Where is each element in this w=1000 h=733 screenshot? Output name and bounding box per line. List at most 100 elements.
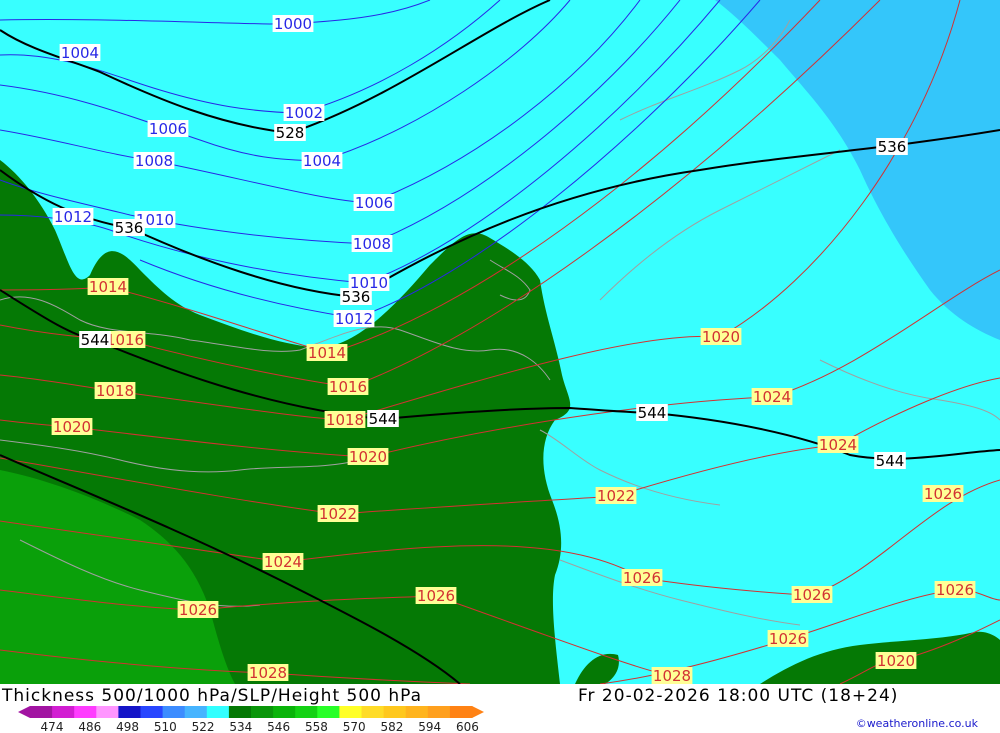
legend-swatch	[118, 706, 141, 718]
isobar-label: 1022	[595, 487, 637, 505]
isobar-label: 1026	[791, 586, 833, 604]
height-label: 528	[274, 124, 306, 142]
height-label: 544	[367, 410, 399, 428]
height-label-text: 536	[115, 219, 144, 237]
isobar-label: 1026	[934, 581, 976, 599]
isobar-label-text: 1024	[753, 388, 791, 406]
isobar-label-text: 1020	[702, 328, 740, 346]
isobar-label-text: 1024	[819, 436, 857, 454]
isobar-label: 1000	[272, 15, 314, 33]
isobar-label-text: 1026	[936, 581, 974, 599]
height-label-text: 544	[876, 452, 905, 470]
isobar-label: 1016	[327, 378, 369, 396]
height-label: 536	[340, 288, 372, 306]
isobar-label: 1018	[94, 382, 136, 400]
legend-swatch	[228, 706, 252, 718]
weather-map: 10001004100210061008 100410061012 10101008…	[0, 0, 1000, 684]
legend-tick-label: 510	[154, 720, 177, 733]
isobar-label: 1028	[651, 667, 693, 684]
legend-swatch	[30, 706, 53, 718]
height-label-text: 544	[638, 404, 667, 422]
legend-swatch	[405, 706, 429, 718]
isobar-label: 1024	[262, 553, 304, 571]
height-label: 544	[79, 331, 111, 349]
isobar-label-text: 1018	[326, 411, 364, 429]
legend-swatch	[52, 706, 75, 718]
height-label-text: 536	[878, 138, 907, 156]
height-label-text: 536	[342, 288, 371, 306]
isobar-label-text: 1006	[149, 120, 187, 138]
legend-swatch	[383, 706, 407, 718]
legend-swatch	[295, 706, 318, 718]
isobar-label: 1014	[87, 278, 129, 296]
legend-swatch	[361, 706, 385, 718]
isobar-label-text: 1000	[274, 15, 312, 33]
isobar-label-text: 1026	[179, 601, 217, 619]
height-label: 536	[876, 138, 908, 156]
isobar-label: 1024	[817, 436, 859, 454]
isobar-label-text: 1014	[89, 278, 127, 296]
legend-tick-label: 498	[116, 720, 139, 733]
isobar-label-text: 1012	[335, 310, 373, 328]
legend-tick-label: 558	[305, 720, 328, 733]
isobar-label-text: 1026	[623, 569, 661, 587]
legend-tick-label: 546	[267, 720, 290, 733]
isobar-label: 1008	[133, 152, 175, 170]
height-label: 536	[113, 219, 145, 237]
legend-arrow-left	[18, 706, 30, 718]
isobar-label: 1020	[700, 328, 742, 346]
map-footer: Thickness 500/1000 hPa/SLP/Height 500 hP…	[0, 684, 1000, 733]
legend-swatch	[273, 706, 296, 718]
credit-link[interactable]: ©weatheronline.co.uk	[856, 717, 978, 730]
isobar-label: 1014	[306, 344, 348, 362]
isobar-label: 1026	[415, 587, 457, 605]
legend-swatch	[162, 706, 186, 718]
isobar-label-text: 1026	[924, 485, 962, 503]
isobar-label: 1024	[751, 388, 793, 406]
isobar-label: 1018	[324, 411, 366, 429]
legend-swatch	[96, 706, 119, 718]
isobar-label-text: 1026	[769, 630, 807, 648]
isobar-label: 1004	[301, 152, 343, 170]
isobar-label-text: 1026	[417, 587, 455, 605]
isobar-label-text: 1018	[96, 382, 134, 400]
isobar-label-text: 1014	[308, 344, 346, 362]
legend-tick-label: 606	[456, 720, 479, 733]
isobar-label-text: 1004	[303, 152, 341, 170]
legend-swatch	[74, 706, 97, 718]
isobar-label: 1026	[177, 601, 219, 619]
isobar-label: 1002	[283, 104, 325, 122]
isobar-label: 1026	[922, 485, 964, 503]
isobar-label-text: 1020	[877, 652, 915, 670]
map-title: Thickness 500/1000 hPa/SLP/Height 500 hP…	[2, 686, 423, 706]
isobar-label-text: 1024	[264, 553, 302, 571]
isobar-label: 1012	[333, 310, 375, 328]
isobar-label-text: 1022	[597, 487, 635, 505]
height-label-text: 528	[276, 124, 305, 142]
legend-tick-label: 522	[192, 720, 215, 733]
legend-swatch	[140, 706, 164, 718]
isobar-label-text: 1016	[329, 378, 367, 396]
isobar-label: 1020	[875, 652, 917, 670]
isobar-label: 1012	[52, 208, 94, 226]
legend-swatch	[317, 706, 340, 718]
isobar-label-text: 1008	[353, 235, 391, 253]
legend-swatch	[449, 706, 473, 718]
legend-swatch	[251, 706, 274, 718]
map-datetime: Fr 20-02-2026 18:00 UTC (18+24)	[578, 686, 899, 706]
isobar-label-text: 1012	[54, 208, 92, 226]
isobar-label: 1008	[351, 235, 393, 253]
legend-swatch	[339, 706, 362, 718]
isobar-label-text: 1020	[349, 448, 387, 466]
isobar-label-text: 1026	[793, 586, 831, 604]
isobar-label: 1004	[59, 44, 101, 62]
isobar-label-text: 1006	[355, 194, 393, 212]
legend-swatch	[184, 706, 208, 718]
legend-tick-label: 570	[343, 720, 366, 733]
legend-tick-label: 486	[78, 720, 101, 733]
isobar-label: 1006	[147, 120, 189, 138]
isobar-label-text: 1002	[285, 104, 323, 122]
isobar-label: 1026	[767, 630, 809, 648]
isobar-label-text: 1028	[653, 667, 691, 684]
isobar-label-text: 1022	[319, 505, 357, 523]
